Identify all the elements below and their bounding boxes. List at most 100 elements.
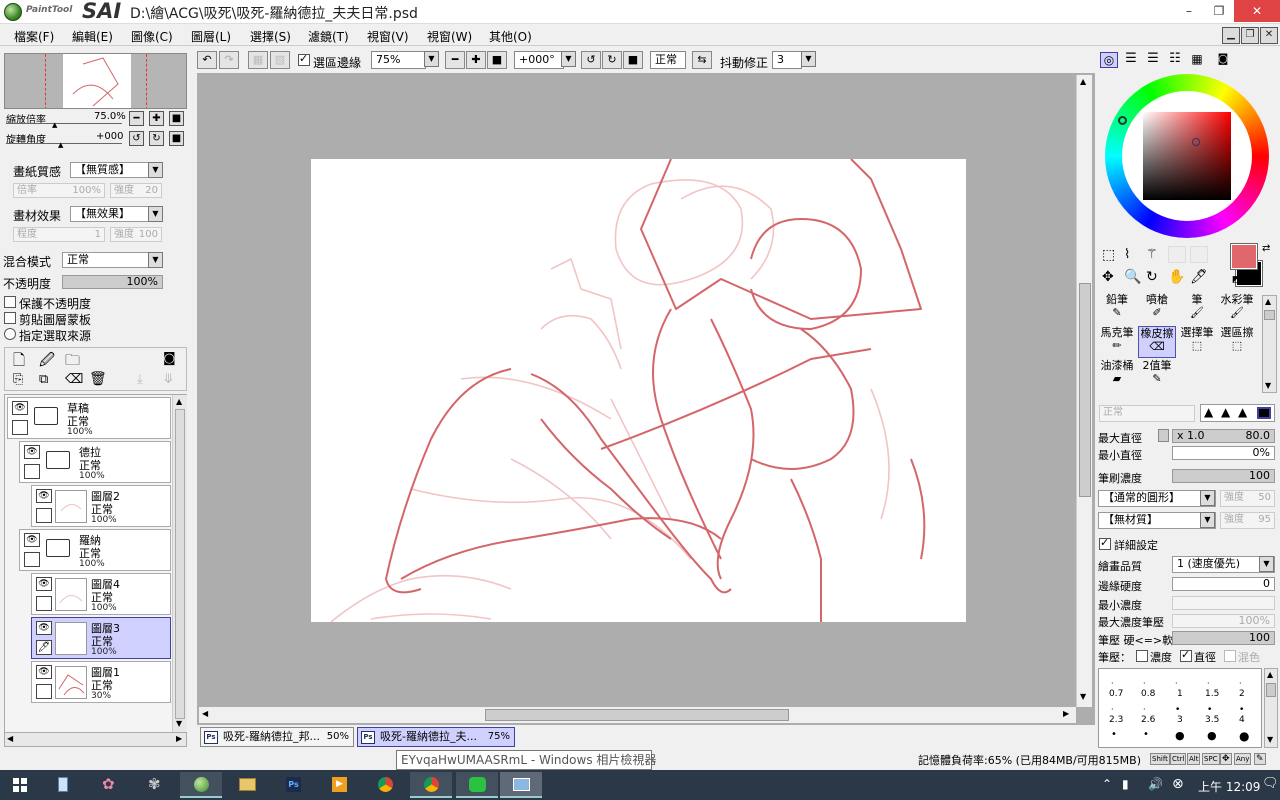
zoom-tool-icon[interactable]: 🔍: [1124, 269, 1141, 285]
nav-zoom-in-icon[interactable]: ✚: [149, 111, 164, 126]
size-preset-5[interactable]: 2.3: [1109, 715, 1123, 725]
tool-eraser[interactable]: 橡皮擦 ⌫: [1138, 326, 1176, 358]
size-preset-0[interactable]: 0.7: [1109, 689, 1123, 699]
shape-strength-field[interactable]: 強度 50: [1220, 490, 1275, 507]
lock-toggle[interactable]: [24, 464, 40, 479]
clear-layer-icon[interactable]: ⌫: [65, 372, 83, 387]
doc-close-icon[interactable]: ✕: [1260, 27, 1278, 44]
brush-shape-dropdown-icon[interactable]: ▼: [1200, 490, 1215, 506]
presets-scroll-thumb[interactable]: [1266, 683, 1276, 697]
tab-document-1[interactable]: Ps 吸死-羅納德拉_邦... 50%: [200, 727, 354, 747]
flip-icon[interactable]: ⇆: [692, 51, 712, 69]
eye-icon[interactable]: 👁: [36, 489, 52, 503]
size-preset-7[interactable]: 3: [1177, 715, 1183, 725]
layer-row-ronald[interactable]: 👁 羅納 正常 100%: [19, 529, 171, 571]
quality-dropdown-icon[interactable]: ▼: [1259, 556, 1274, 572]
effect-strength-field[interactable]: 強度 100: [110, 227, 162, 242]
color-wheel-tab-icon[interactable]: ◎: [1100, 52, 1118, 68]
scroll-down-icon[interactable]: ▼: [176, 719, 182, 728]
transparent-color-icon[interactable]: ◩: [1232, 275, 1241, 285]
merge-layer-icon[interactable]: ⧉: [39, 372, 48, 387]
lock-toggle[interactable]: [36, 684, 52, 699]
zoom-slider[interactable]: [6, 123, 122, 124]
lock-toggle[interactable]: [24, 552, 40, 567]
new-mask-icon[interactable]: ◙: [163, 351, 176, 366]
layer-row-layer2[interactable]: 👁 圖層2 正常 100%: [31, 485, 171, 527]
tray-chevron-icon[interactable]: ⌃: [1102, 777, 1112, 791]
density-slider[interactable]: 100: [1172, 469, 1275, 483]
zoom-in-icon[interactable]: ✚: [466, 51, 486, 69]
taskbar-app-2[interactable]: ✿: [88, 772, 130, 798]
protect-opacity-checkbox[interactable]: [4, 296, 16, 308]
taskbar-photo-viewer[interactable]: [500, 772, 542, 798]
rotate-left-icon[interactable]: ↺: [581, 51, 601, 69]
move-icon[interactable]: ✥: [1102, 269, 1114, 285]
size-preset-dot[interactable]: •: [1239, 705, 1244, 715]
scroll-right-icon[interactable]: ▶: [176, 734, 182, 743]
layer-scroll-thumb[interactable]: [175, 409, 185, 719]
menu-file[interactable]: 檔案(F): [14, 28, 54, 45]
menu-select[interactable]: 選擇(S): [250, 28, 291, 45]
tool-pencil[interactable]: 鉛筆 ✎: [1098, 293, 1136, 325]
action-center-icon[interactable]: ⊗: [1172, 776, 1184, 792]
magic-wand-icon[interactable]: ⚚: [1146, 247, 1158, 262]
menu-other[interactable]: 其他(O): [489, 28, 532, 45]
size-preset-1[interactable]: 0.8: [1141, 689, 1155, 699]
layer-row-draft[interactable]: 👁 草稿 正常 100%: [7, 397, 171, 439]
volume-icon[interactable]: 🔊: [1148, 777, 1163, 791]
size-preset-dot[interactable]: ·: [1143, 705, 1146, 714]
pressure-size-checkbox[interactable]: ✓: [1180, 648, 1192, 662]
menu-layer[interactable]: 圖層(L): [191, 28, 231, 45]
eyedropper-icon[interactable]: 🖊: [1190, 269, 1208, 285]
size-preset-3[interactable]: 1.5: [1205, 689, 1219, 699]
max-size-slider[interactable]: x 1.0 80.0: [1172, 429, 1275, 443]
tool-airbrush[interactable]: 噴槍 ✐: [1138, 293, 1176, 325]
size-preset-dot[interactable]: •: [1207, 705, 1212, 715]
transfer-down-icon[interactable]: ⤓: [137, 372, 143, 387]
presets-scrollbar[interactable]: ▲ ▼: [1264, 668, 1278, 748]
doc-restore-icon[interactable]: ❐: [1241, 27, 1259, 44]
copy-layer-icon[interactable]: ⎘: [13, 372, 23, 387]
brush-flat-icon[interactable]: ▲: [1238, 405, 1247, 419]
lock-toggle[interactable]: [12, 420, 28, 435]
rotation-slider[interactable]: [6, 143, 122, 144]
tool-watercolor[interactable]: 水彩筆 🖌: [1218, 293, 1256, 325]
delete-layer-icon[interactable]: 🗑: [89, 371, 107, 387]
canvas-hscrollbar[interactable]: ◀ ▶: [199, 707, 1076, 723]
nav-rotate-reset-icon[interactable]: ■: [169, 131, 184, 146]
taskbar-line[interactable]: [456, 772, 498, 798]
layer-row-layer3[interactable]: 👁 🖊 圖層3 正常 100%: [31, 617, 171, 659]
rotation-select[interactable]: +000°: [514, 51, 564, 69]
rect-select-icon[interactable]: ⬚: [1102, 247, 1115, 263]
hand-icon[interactable]: ✋: [1168, 269, 1185, 285]
size-preset-9[interactable]: 4: [1239, 715, 1245, 725]
foreground-color-swatch[interactable]: [1230, 243, 1258, 270]
rotation-dropdown-icon[interactable]: ▼: [561, 51, 576, 67]
texture-rate-field[interactable]: 倍率 100%: [13, 183, 105, 198]
nav-rotate-left-icon[interactable]: ↺: [129, 131, 144, 146]
vscroll-thumb[interactable]: [1079, 283, 1091, 497]
taskbar-calculator[interactable]: [42, 772, 84, 798]
menu-image[interactable]: 圖像(C): [131, 28, 173, 45]
start-button[interactable]: [0, 772, 40, 798]
notifications-icon[interactable]: 🗨: [1262, 776, 1279, 791]
zoom-reset-icon[interactable]: ■: [487, 51, 507, 69]
drawing-canvas[interactable]: [311, 158, 966, 623]
brush-texture-select[interactable]: 【無材質】: [1098, 512, 1216, 529]
pressure-density-checkbox[interactable]: [1136, 650, 1148, 662]
menu-edit[interactable]: 編輯(E): [72, 28, 113, 45]
layer-row-layer4[interactable]: 👁 圖層4 正常 100%: [31, 573, 171, 615]
tool-marker[interactable]: 馬克筆 ✏: [1098, 326, 1136, 358]
network-icon[interactable]: ▮: [1122, 777, 1129, 791]
tool-select-pen[interactable]: 選擇筆 ⬚: [1178, 326, 1216, 358]
saturation-value-square[interactable]: [1143, 112, 1231, 200]
layer-row-layer1[interactable]: 👁 圖層1 正常 30%: [31, 661, 171, 703]
selection-edge-checkbox[interactable]: ✓: [298, 52, 310, 66]
size-preset-2[interactable]: 1: [1177, 689, 1183, 699]
menu-view[interactable]: 視窗(V): [367, 28, 409, 45]
nav-zoom-reset-icon[interactable]: ■: [169, 111, 184, 126]
brush-soft-icon[interactable]: ▲: [1221, 405, 1230, 419]
size-preset-dot[interactable]: ●: [1207, 729, 1217, 742]
scroll-up-icon[interactable]: ▲: [176, 397, 182, 406]
min-size-slider[interactable]: 0%: [1172, 446, 1275, 460]
